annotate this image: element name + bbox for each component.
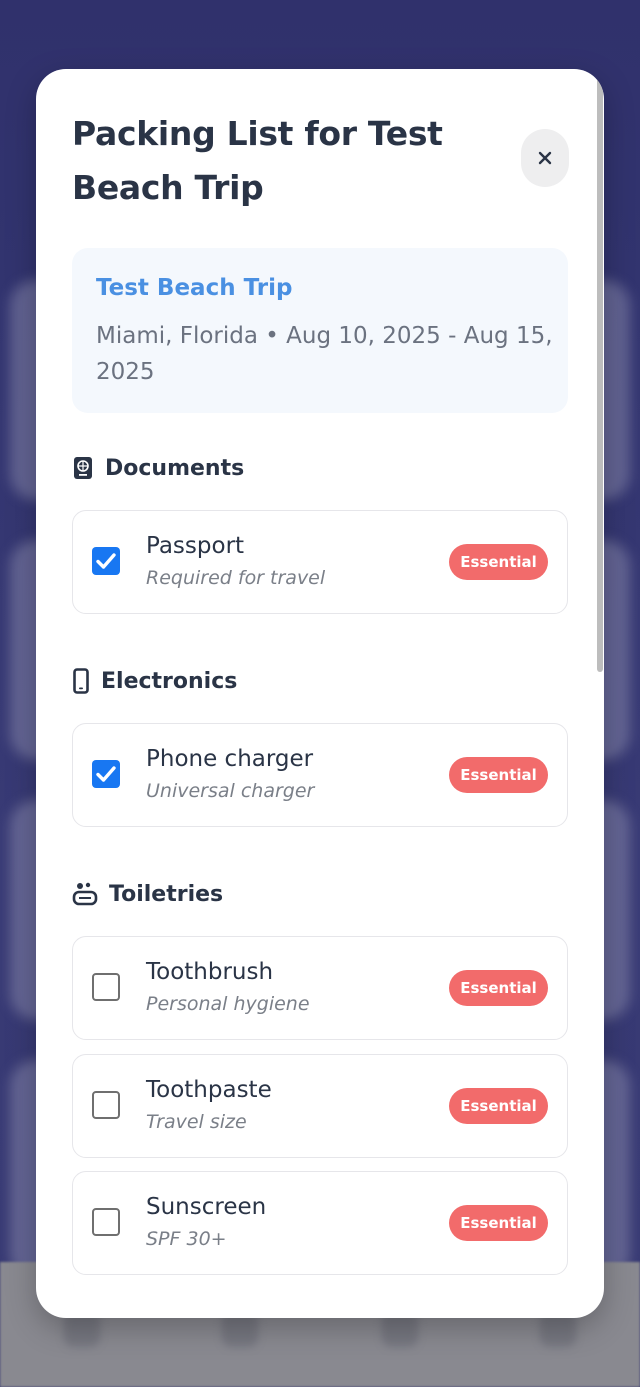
list-item[interactable]: Phone charger Universal charger Essentia…: [72, 723, 568, 827]
item-checkbox[interactable]: [92, 973, 120, 1001]
list-item[interactable]: Passport Required for travel Essential: [72, 510, 568, 614]
close-button[interactable]: [521, 129, 569, 187]
check-icon: [96, 766, 116, 782]
item-checkbox[interactable]: [92, 547, 120, 575]
category-label: Documents: [105, 455, 245, 481]
category-header-documents: Documents: [72, 455, 244, 481]
scrollbar[interactable]: [596, 69, 604, 1318]
packing-list-modal: Packing List for Test Beach Trip Test Be…: [36, 69, 604, 1318]
item-note: SPF 30+: [146, 1228, 227, 1250]
trip-name: Test Beach Trip: [96, 275, 293, 301]
item-checkbox[interactable]: [92, 1208, 120, 1236]
essential-badge: Essential: [449, 544, 548, 580]
item-name: Toothbrush: [146, 959, 274, 985]
phone-icon: [72, 668, 90, 694]
list-item[interactable]: Toothbrush Personal hygiene Essential: [72, 936, 568, 1040]
modal-title: Packing List for Test Beach Trip: [72, 114, 443, 207]
essential-badge: Essential: [449, 757, 548, 793]
category-header-toiletries: Toiletries: [72, 881, 223, 907]
item-checkbox[interactable]: [92, 760, 120, 788]
soap-icon: [72, 881, 98, 907]
item-note: Required for travel: [146, 567, 326, 589]
trip-details: Miami, Florida • Aug 10, 2025 - Aug 15, …: [96, 323, 553, 385]
check-icon: [96, 553, 116, 569]
category-label: Toiletries: [109, 881, 224, 907]
item-checkbox[interactable]: [92, 1091, 120, 1119]
essential-badge: Essential: [449, 1088, 548, 1124]
essential-badge: Essential: [449, 1205, 548, 1241]
passport-icon: [72, 455, 94, 481]
essential-badge: Essential: [449, 970, 548, 1006]
item-name: Phone charger: [146, 746, 314, 772]
item-note: Personal hygiene: [146, 993, 310, 1015]
category-header-electronics: Electronics: [72, 668, 237, 694]
item-name: Toothpaste: [146, 1077, 272, 1103]
scrollbar-thumb[interactable]: [597, 69, 603, 672]
item-note: Universal charger: [146, 780, 315, 802]
item-name: Passport: [146, 533, 245, 559]
item-name: Sunscreen: [146, 1194, 267, 1220]
trip-summary: Test Beach Trip Miami, Florida • Aug 10,…: [72, 248, 568, 413]
list-item[interactable]: Toothpaste Travel size Essential: [72, 1054, 568, 1158]
item-note: Travel size: [146, 1111, 247, 1133]
close-icon: [538, 151, 552, 165]
list-item[interactable]: Sunscreen SPF 30+ Essential: [72, 1171, 568, 1275]
category-label: Electronics: [101, 668, 238, 694]
